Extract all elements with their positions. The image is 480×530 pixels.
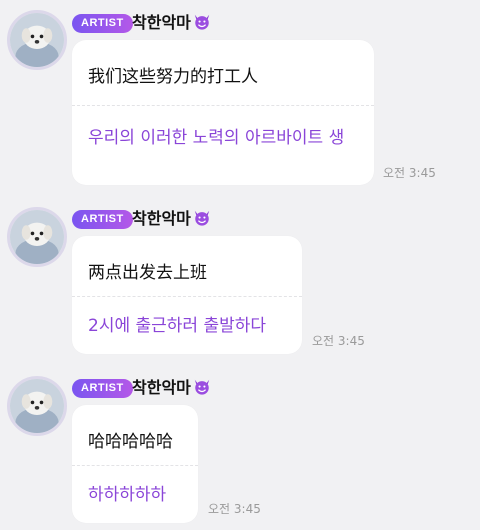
original-text: 哈哈哈哈哈 [88,432,173,452]
original-text: 我们这些努力的打工人 [88,67,258,87]
message-timestamp: 오전 3:45 [312,334,365,348]
message-bubble[interactable]: 我们这些努力的打工人 우리의 이러한 노력의 아르바이트 생 [72,40,374,185]
original-text: 两点出发去上班 [88,263,207,283]
message-timestamp: 오전 3:45 [208,502,261,516]
smiling-devil-icon [194,210,210,226]
sender-name-text: 착한악마 [132,13,191,32]
smiling-devil-icon [194,379,210,395]
smiling-devil-icon [194,14,210,30]
message-bubble[interactable]: 哈哈哈哈哈 하하하하하 [72,405,198,523]
translation-divider [72,296,302,297]
dog-avatar-icon [10,379,64,433]
artist-badge: ARTIST [72,210,133,229]
message-timestamp: 오전 3:45 [383,166,436,180]
sender-name: 착한악마 [132,209,211,229]
translation-divider [72,465,198,466]
sender-name-text: 착한악마 [132,209,191,228]
translation-divider [72,105,374,106]
message-bubble[interactable]: 两点出发去上班 2시에 출근하러 출발하다 [72,236,302,354]
dog-avatar-icon [10,210,64,264]
translated-text: 2시에 출근하러 출발하다 [88,316,267,336]
translated-text: 우리의 이러한 노력의 아르바이트 생 [88,128,345,148]
sender-name: 착한악마 [132,13,211,33]
chat-thread: ARTIST 착한악마 我们这些努力的打工人 우리의 이러한 노력의 아르바이트… [0,0,480,530]
avatar[interactable] [7,10,67,70]
avatar[interactable] [7,207,67,267]
artist-badge: ARTIST [72,14,133,33]
sender-name-text: 착한악마 [132,378,191,397]
avatar[interactable] [7,376,67,436]
sender-name: 착한악마 [132,378,211,398]
artist-badge: ARTIST [72,379,133,398]
dog-avatar-icon [10,13,64,67]
translated-text: 하하하하하 [88,485,167,505]
